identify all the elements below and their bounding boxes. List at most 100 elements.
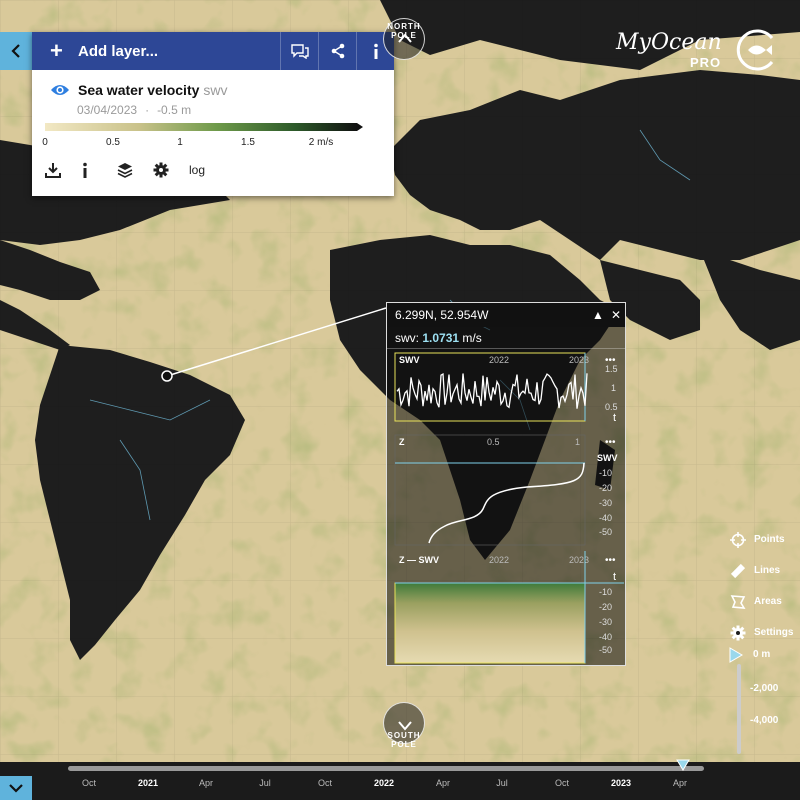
depth-profile-plot[interactable]: Z 0.5 1 ••• SWV -10 -20 -30 -40 -50: [394, 434, 618, 546]
areas-label: Areas: [754, 596, 782, 607]
layer-info-button[interactable]: [81, 158, 117, 182]
layer-meta: 03/04/2023 · -0.5 m: [77, 103, 192, 117]
hov-year-2022: 2022: [489, 555, 509, 565]
hov-depth-tick: -30: [599, 617, 612, 627]
popup-charts: SWV 2022 2023 ••• 1.5 1 0.5 t Z 0.5 1 ••…: [394, 352, 624, 664]
gear-icon: [153, 162, 169, 178]
log-scale-toggle[interactable]: log: [189, 163, 205, 177]
timeline-label: 2023: [610, 778, 632, 788]
layer-tools: log: [45, 158, 205, 182]
area-icon: [730, 594, 746, 609]
more-icon[interactable]: •••: [605, 437, 616, 448]
profile-depth-tick: -30: [599, 498, 612, 508]
chevron-up-icon: [398, 33, 412, 43]
layer-date[interactable]: 03/04/2023: [77, 103, 137, 117]
logo-pro: PRO: [690, 55, 722, 70]
expand-timeline-button[interactable]: [0, 776, 32, 800]
timeline-track[interactable]: [68, 766, 704, 771]
scale-tick: 1.5: [241, 137, 255, 148]
profile-var-label: Z: [399, 437, 405, 447]
panel-header: + Add layer...: [32, 32, 394, 70]
depth-label-2000: -2,000: [750, 683, 779, 694]
settings-tool-button[interactable]: Settings: [730, 617, 800, 648]
profile-depth-tick: -50: [599, 527, 612, 537]
info-icon: [373, 43, 378, 59]
side-toolbar: Points Lines Areas Settings: [730, 524, 800, 648]
share-icon: [331, 43, 344, 59]
color-scale-ticks: 0 0.5 1 1.5 2 m/s: [42, 137, 365, 151]
download-icon: [45, 163, 61, 178]
hov-var-label: Z — SWV: [399, 555, 439, 565]
hov-year-2023: 2023: [569, 555, 589, 565]
crosshair-icon: [730, 531, 746, 548]
chat-icon: [290, 44, 309, 59]
value-number: 1.0731: [422, 331, 460, 345]
value-unit: m/s: [462, 331, 482, 345]
eye-icon[interactable]: [50, 82, 70, 98]
share-button[interactable]: [318, 32, 356, 70]
ts-var-label: SWV: [399, 355, 420, 365]
layers-icon: [117, 163, 133, 178]
lines-tool-button[interactable]: Lines: [730, 555, 800, 586]
lines-label: Lines: [754, 565, 781, 576]
hov-depth-tick: -50: [599, 645, 612, 655]
depth-slider-handle[interactable]: [729, 647, 743, 663]
settings-label: Settings: [754, 627, 794, 638]
add-layer-button[interactable]: + Add layer...: [32, 32, 280, 70]
hov-depth-tick: -40: [599, 632, 612, 642]
timeline-label: Apr: [198, 778, 214, 788]
chevron-down-icon: [9, 784, 23, 793]
plus-icon: +: [50, 38, 63, 63]
close-popup-button[interactable]: ✕: [607, 308, 625, 322]
gear-icon: [730, 625, 746, 640]
hovmoller-plot[interactable]: Z — SWV 2022 2023 ••• t -10 -20 -30 -40 …: [394, 551, 624, 664]
point-info-popup: 6.299N, 52.954W ▲ ✕ swv: 1.0731 m/s SWV …: [386, 302, 626, 666]
profile-series-label: SWV: [597, 453, 618, 463]
depth-slider-track[interactable]: [737, 664, 741, 754]
color-scale-bar: [45, 123, 363, 131]
south-pole-button[interactable]: SOUTH POLE: [383, 702, 425, 749]
timeline-label: 2021: [137, 778, 159, 788]
value-label: swv:: [395, 331, 419, 345]
timeline-label: Oct: [81, 778, 97, 788]
app-logo: MyOcean PRO: [612, 28, 792, 78]
timeseries-plot[interactable]: SWV 2022 2023 ••• 1.5 1 0.5 t: [394, 352, 618, 424]
info-icon: [83, 162, 87, 178]
timeline-label: Jul: [496, 778, 508, 788]
points-tool-button[interactable]: Points: [730, 524, 800, 555]
ts-axis-t: t: [613, 412, 616, 424]
timeline-label: 2022: [373, 778, 395, 788]
hov-axis-t: t: [613, 571, 616, 583]
ts-year-2023: 2023: [569, 355, 589, 365]
layer-name: Sea water velocity: [78, 82, 200, 98]
collapse-panel-button[interactable]: [0, 32, 32, 70]
download-button[interactable]: [45, 158, 81, 182]
timeline-handle[interactable]: [676, 759, 690, 771]
areas-tool-button[interactable]: Areas: [730, 586, 800, 617]
south-pole-label: SOUTH POLE: [387, 731, 421, 749]
chat-button[interactable]: [280, 32, 318, 70]
scale-tick: 1: [177, 137, 183, 148]
hov-depth-tick: -10: [599, 587, 612, 597]
ts-series-line: [396, 373, 588, 409]
timeline-label: Jul: [259, 778, 271, 788]
layers-button[interactable]: [117, 158, 153, 182]
layer-settings-button[interactable]: [153, 158, 189, 182]
depth-label-4000: -4,000: [750, 715, 779, 726]
profile-series-line: [428, 462, 585, 544]
add-layer-label: Add layer...: [78, 42, 159, 60]
ts-ytick: 0.5: [605, 402, 618, 412]
popup-header: 6.299N, 52.954W ▲ ✕: [387, 303, 625, 327]
ts-year-2022: 2022: [489, 355, 509, 365]
profile-depth-tick: -20: [599, 483, 612, 493]
more-icon[interactable]: •••: [605, 555, 616, 566]
layer-depth[interactable]: -0.5 m: [157, 103, 191, 117]
timeline-label: Oct: [317, 778, 333, 788]
north-pole-button[interactable]: NORTH POLE: [383, 18, 425, 60]
ruler-icon: [730, 563, 746, 578]
hov-depth-tick: -20: [599, 602, 612, 612]
depth-label-0: 0 m: [753, 649, 771, 660]
collapse-popup-button[interactable]: ▲: [589, 308, 607, 322]
popup-value: swv: 1.0731 m/s: [387, 327, 625, 349]
timeline-label: Oct: [554, 778, 570, 788]
